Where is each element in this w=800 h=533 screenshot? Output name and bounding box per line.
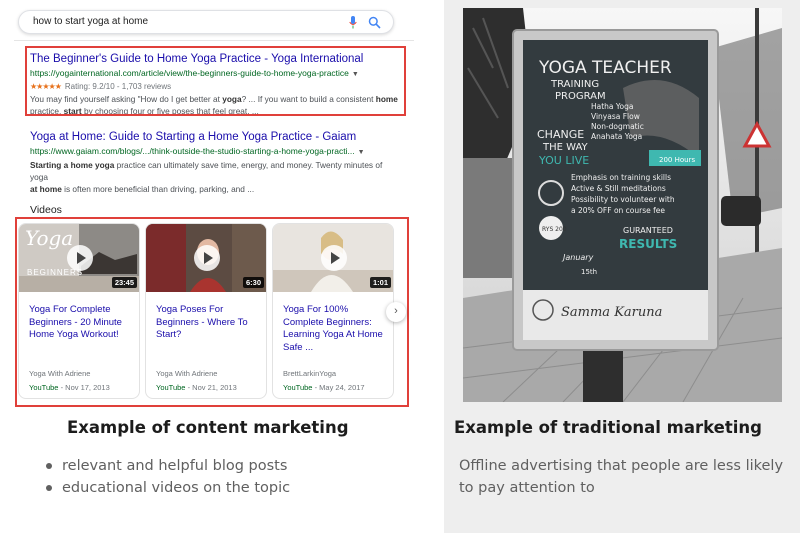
video-date: - Nov 21, 2013: [185, 383, 237, 392]
poster-day: 15th: [581, 268, 597, 276]
poster-style: Vinyasa Flow: [591, 112, 640, 121]
play-icon[interactable]: [321, 245, 347, 271]
poster-guaranteed: GURANTEED: [623, 226, 673, 235]
thumbnail-title: Yoga: [25, 226, 74, 250]
video-date: - Nov 17, 2013: [58, 383, 110, 392]
video-meta: YouTube - Nov 21, 2013: [156, 383, 237, 392]
video-duration: 1:01: [369, 277, 391, 288]
video-date: - May 24, 2017: [312, 383, 365, 392]
poster-brand: Samma Karuna: [561, 305, 662, 320]
video-meta: YouTube - Nov 17, 2013: [29, 383, 110, 392]
videos-heading: Videos: [30, 204, 62, 216]
video-duration: 23:45: [111, 277, 137, 288]
highlight-frame: [25, 46, 406, 116]
result-url-text[interactable]: https://www.gaiam.com/blogs/.../think-ou…: [30, 146, 355, 156]
video-thumbnail[interactable]: 1:01: [273, 224, 393, 292]
microphone-icon[interactable]: [349, 16, 357, 29]
video-title-link[interactable]: Yoga Poses For Beginners - Where To Star…: [156, 304, 262, 342]
snippet-bold: at home: [30, 184, 62, 194]
poster-change: CHANGE: [537, 128, 584, 141]
content-marketing-panel: how to start yoga at home The Beginner's…: [0, 0, 444, 533]
snippet-bold: Starting a home yoga: [30, 160, 115, 170]
poster-you-live: YOU LIVE: [538, 154, 589, 167]
video-title-link[interactable]: Yoga For 100% Complete Beginners: Learni…: [283, 304, 389, 354]
play-icon[interactable]: [67, 245, 93, 271]
video-card[interactable]: 1:01 Yoga For 100% Complete Beginners: L…: [272, 223, 394, 399]
poster-point: Possibility to volunteer with: [571, 195, 675, 204]
search-result: Yoga at Home: Guide to Starting a Home Y…: [30, 130, 400, 195]
poster-line2: TRAINING: [550, 79, 599, 90]
video-meta: YouTube - May 24, 2017: [283, 383, 365, 392]
video-source: YouTube: [283, 383, 313, 392]
result-title-link[interactable]: Yoga at Home: Guide to Starting a Home Y…: [30, 130, 400, 144]
play-icon[interactable]: [194, 245, 220, 271]
video-thumbnail[interactable]: Yoga BEGINNERS 23:45: [19, 224, 139, 292]
billboard-photo: YOGA TEACHER TRAINING PROGRAM Hatha Yoga…: [463, 8, 782, 402]
caret-down-icon[interactable]: ▼: [358, 149, 365, 156]
result-snippet: Starting a home yoga practice can ultima…: [30, 159, 400, 195]
divider: [14, 40, 414, 41]
video-thumbnail[interactable]: 6:30: [146, 224, 266, 292]
video-duration: 6:30: [242, 277, 264, 288]
traditional-marketing-panel: YOGA TEACHER TRAINING PROGRAM Hatha Yoga…: [444, 0, 800, 533]
bullet-item: relevant and helpful blog posts: [44, 455, 290, 477]
poster-the-way: THE WAY: [542, 142, 589, 153]
rys-label: RYS 200: [542, 226, 567, 233]
poster-line3: PROGRAM: [555, 91, 606, 102]
video-card[interactable]: Yoga BEGINNERS 23:45 Yoga For Complete B…: [18, 223, 140, 399]
poster-style: Anahata Yoga: [591, 132, 642, 141]
content-marketing-bullets: relevant and helpful blog posts educatio…: [44, 455, 290, 499]
search-input[interactable]: how to start yoga at home: [33, 16, 148, 27]
poster-line1: YOGA TEACHER: [538, 58, 672, 78]
search-bar[interactable]: how to start yoga at home: [18, 10, 394, 34]
poster-point: Emphasis on training skills: [571, 173, 671, 182]
video-card[interactable]: 6:30 Yoga Poses For Beginners - Where To…: [145, 223, 267, 399]
right-description: Offline advertising that people are less…: [459, 458, 784, 496]
poster-results: RESULTS: [619, 237, 677, 251]
search-icon[interactable]: [368, 16, 381, 29]
video-channel: BrettLarkinYoga: [283, 369, 337, 378]
poster-style: Hatha Yoga: [591, 102, 633, 111]
result-url[interactable]: https://www.gaiam.com/blogs/.../think-ou…: [30, 146, 400, 158]
poster-point: Active & Still meditations: [571, 184, 666, 193]
video-title-link[interactable]: Yoga For Complete Beginners - 20 Minute …: [29, 304, 135, 342]
poster-month: January: [561, 253, 594, 262]
next-videos-button[interactable]: ›: [386, 302, 406, 322]
video-channel: Yoga With Adriene: [156, 369, 218, 378]
poster-hours: 200 Hours: [659, 156, 695, 164]
video-source: YouTube: [29, 383, 59, 392]
video-channel: Yoga With Adriene: [29, 369, 91, 378]
poster-style: Non-dogmatic: [591, 122, 644, 131]
left-caption: Example of content marketing: [67, 418, 349, 437]
bullet-item: educational videos on the topic: [44, 477, 290, 499]
right-caption: Example of traditional marketing: [454, 418, 762, 437]
video-source: YouTube: [156, 383, 186, 392]
snippet-text: is often more beneficial than driving, p…: [61, 184, 255, 194]
poster-point: a 20% OFF on course fee: [571, 206, 665, 215]
